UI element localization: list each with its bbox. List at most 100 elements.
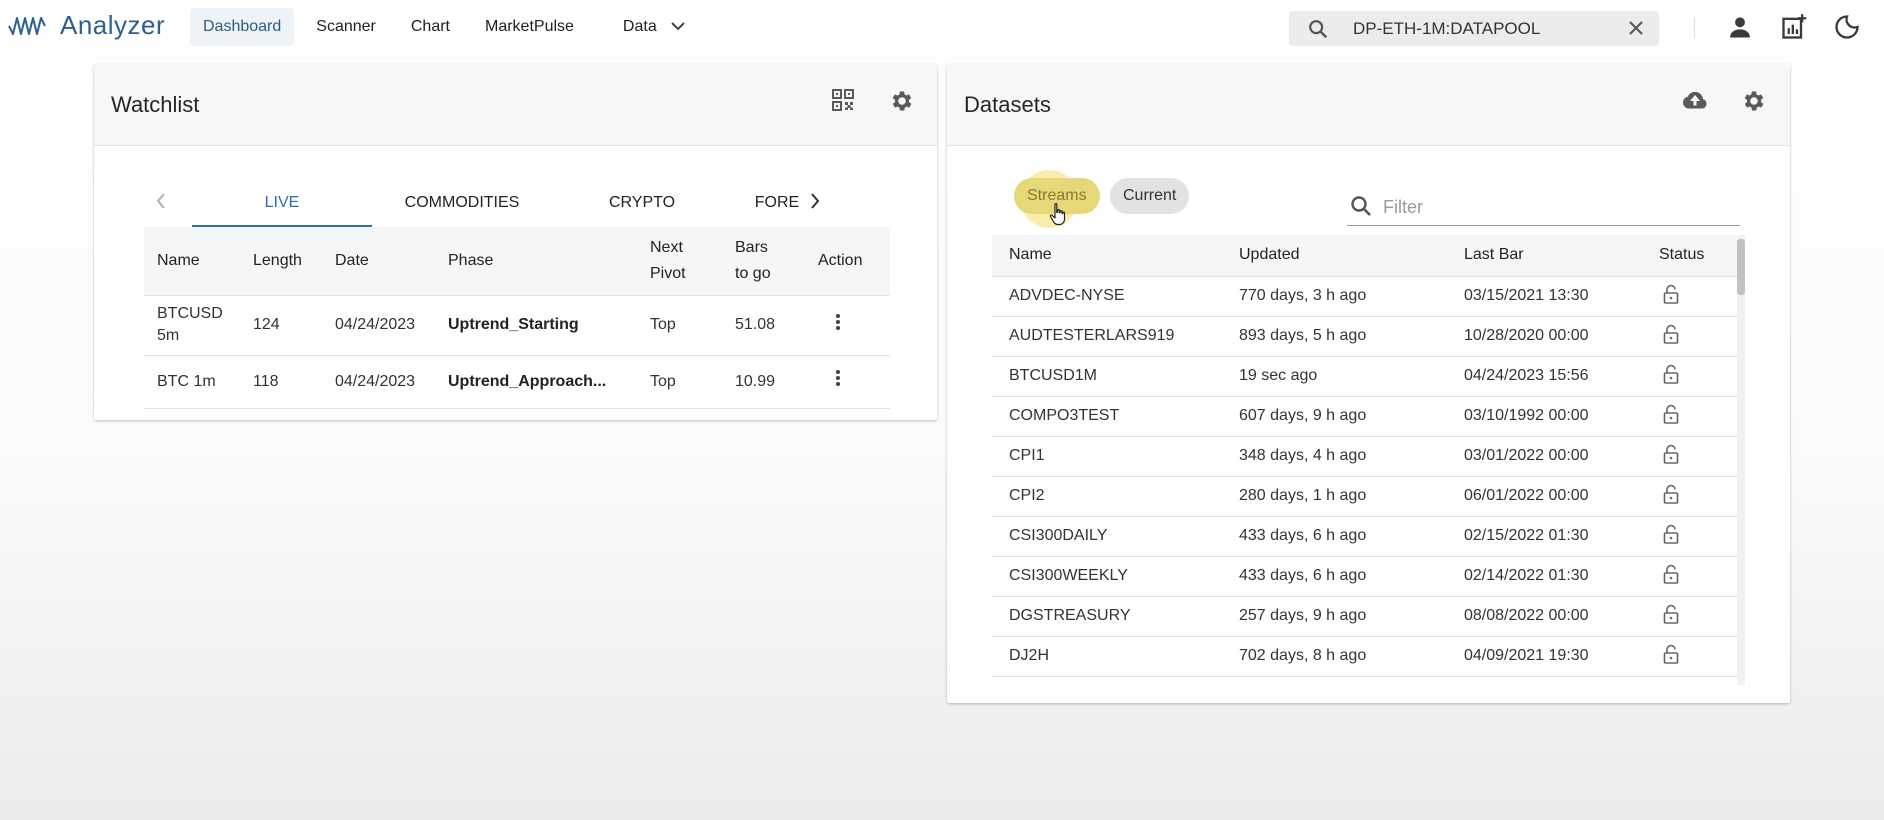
col-name[interactable]: Name — [992, 235, 1222, 277]
col-bars-to-go[interactable]: Bars to go — [722, 227, 805, 296]
lock-open-icon[interactable] — [1663, 524, 1679, 544]
col-next-pivot[interactable]: Next Pivot — [637, 227, 722, 296]
more-vert-icon[interactable] — [835, 313, 841, 331]
nav-scanner[interactable]: Scanner — [303, 8, 389, 46]
chevron-down-icon — [671, 22, 685, 31]
chevron-right-icon[interactable] — [808, 190, 822, 212]
gear-icon[interactable] — [889, 88, 915, 114]
lock-open-icon[interactable] — [1663, 564, 1679, 584]
row-name: COMPO3TEST — [992, 396, 1222, 437]
table-row[interactable]: BTCUSD 5m 124 04/24/2023 Uptrend_Starting… — [144, 295, 890, 356]
row-length: 124 — [240, 295, 322, 356]
table-row[interactable]: CPI1 348 days, 4 h ago 03/01/2022 00:00 — [992, 436, 1737, 477]
table-row[interactable]: BTC 1m 118 04/24/2023 Uptrend_Approach..… — [144, 355, 890, 409]
col-updated[interactable]: Updated — [1222, 235, 1447, 277]
toolbar-divider — [1694, 18, 1695, 38]
row-status — [1642, 396, 1737, 437]
dark-mode-icon[interactable] — [1833, 13, 1861, 41]
row-action — [805, 355, 890, 409]
current-chip[interactable]: Current — [1110, 178, 1190, 214]
close-icon[interactable] — [1627, 19, 1645, 37]
table-row[interactable]: AUDTESTERLARS919 893 days, 5 h ago 10/28/2… — [992, 316, 1737, 357]
row-action — [805, 295, 890, 356]
filter-input[interactable] — [1383, 190, 1723, 224]
col-last-bar[interactable]: Last Bar — [1447, 235, 1642, 277]
lock-open-icon[interactable] — [1663, 444, 1679, 464]
col-action: Action — [805, 227, 890, 296]
row-name-line1: BTCUSD — [157, 305, 223, 322]
nav-data-dropdown[interactable]: Data — [610, 8, 698, 46]
table-header-row: Name Updated Last Bar Status — [992, 235, 1737, 277]
col-name[interactable]: Name — [144, 227, 240, 296]
watchlist-table: Name Length Date Phase Next Pivot Bars to … — [144, 227, 890, 409]
row-last-bar: 03/01/2022 00:00 — [1447, 436, 1642, 477]
row-phase: Uptrend_Starting — [435, 295, 637, 356]
qr-code-icon[interactable] — [831, 88, 855, 112]
chevron-left-icon[interactable] — [154, 190, 168, 212]
row-updated: 770 days, 3 h ago — [1222, 276, 1447, 317]
col-next-pivot-line2: Pivot — [650, 264, 686, 282]
watchlist-title: Watchlist — [111, 92, 200, 117]
table-row[interactable]: BTCUSD1M 19 sec ago 04/24/2023 15:56 — [992, 356, 1737, 397]
row-updated: 607 days, 9 h ago — [1222, 396, 1447, 437]
col-length[interactable]: Length — [240, 227, 322, 296]
dataset-filter — [1347, 190, 1740, 226]
nav-chart[interactable]: Chart — [398, 8, 463, 46]
lock-open-icon[interactable] — [1663, 484, 1679, 504]
tab-commodities[interactable]: COMMODITIES — [372, 182, 552, 227]
row-status — [1642, 436, 1737, 477]
nav-dashboard[interactable]: Dashboard — [190, 8, 295, 46]
table-row[interactable]: CPI2 280 days, 1 h ago 06/01/2022 00:00 — [992, 476, 1737, 517]
row-name: CSI300WEEKLY — [992, 556, 1222, 597]
symbol-search — [1289, 11, 1659, 46]
search-input[interactable] — [1353, 11, 1613, 46]
lock-open-icon[interactable] — [1663, 404, 1679, 424]
col-phase[interactable]: Phase — [435, 227, 637, 296]
row-pivot: Top — [637, 355, 722, 409]
lock-open-icon[interactable] — [1663, 364, 1679, 384]
table-row[interactable]: DGSTREASURY 257 days, 9 h ago 08/08/2022 0… — [992, 596, 1737, 637]
row-last-bar: 06/01/2022 00:00 — [1447, 476, 1642, 517]
col-status[interactable]: Status — [1642, 235, 1737, 277]
datasets-scrollbar[interactable] — [1737, 235, 1745, 685]
table-row[interactable]: ADVDEC-NYSE 770 days, 3 h ago 03/15/2021 1… — [992, 276, 1737, 317]
row-name-line2: 5m — [157, 327, 180, 344]
lock-open-icon[interactable] — [1663, 644, 1679, 664]
datasets-table-scroll[interactable]: Name Updated Last Bar Status ADVDEC-NYSE… — [992, 235, 1737, 685]
search-icon — [1351, 196, 1371, 216]
table-row[interactable]: COMPO3TEST 607 days, 9 h ago 03/10/1992 00… — [992, 396, 1737, 437]
lock-open-icon[interactable] — [1663, 284, 1679, 304]
row-phase: Uptrend_Approach... — [435, 355, 637, 409]
more-vert-icon[interactable] — [835, 369, 841, 387]
row-updated: 433 days, 6 h ago — [1222, 516, 1447, 557]
tab-crypto[interactable]: CRYPTO — [552, 182, 732, 227]
row-last-bar: 02/14/2022 01:30 — [1447, 556, 1642, 597]
row-last-bar: 08/08/2022 00:00 — [1447, 596, 1642, 637]
app-logo[interactable]: Analyzer — [8, 10, 165, 41]
add-chart-icon[interactable] — [1780, 13, 1808, 41]
row-status — [1642, 356, 1737, 397]
row-updated: 19 sec ago — [1222, 356, 1447, 397]
row-name: AUDTESTERLARS919 — [992, 316, 1222, 357]
account-icon[interactable] — [1726, 13, 1754, 41]
watchlist-header: Watchlist — [94, 64, 937, 146]
row-status — [1642, 556, 1737, 597]
row-name: BTCUSD 5m — [144, 295, 240, 356]
row-date: 04/24/2023 — [322, 355, 435, 409]
gear-icon[interactable] — [1741, 88, 1767, 114]
row-name: DGSTREASURY — [992, 596, 1222, 637]
lock-open-icon[interactable] — [1663, 324, 1679, 344]
table-row[interactable]: CSI300DAILY 433 days, 6 h ago 02/15/2022 0… — [992, 516, 1737, 557]
datasets-card: Datasets Streams Current Name Updated La… — [947, 64, 1790, 703]
cloud-upload-icon[interactable] — [1681, 88, 1709, 114]
col-date[interactable]: Date — [322, 227, 435, 296]
nav-marketpulse[interactable]: MarketPulse — [472, 8, 587, 46]
lock-open-icon[interactable] — [1663, 604, 1679, 624]
tab-live[interactable]: LIVE — [192, 182, 372, 227]
row-name: DJ2H — [992, 636, 1222, 677]
scrollbar-thumb[interactable] — [1737, 239, 1745, 295]
row-last-bar: 04/09/2021 19:30 — [1447, 636, 1642, 677]
app-name: Analyzer — [60, 10, 166, 40]
table-row[interactable]: DJ2H 702 days, 8 h ago 04/09/2021 19:30 — [992, 636, 1737, 677]
table-row[interactable]: CSI300WEEKLY 433 days, 6 h ago 02/14/2022 … — [992, 556, 1737, 597]
